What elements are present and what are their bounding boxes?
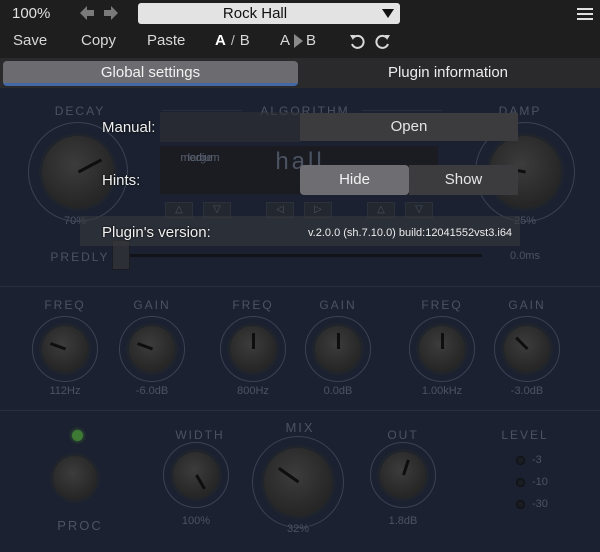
- arrow-left-icon[interactable]: [79, 5, 95, 21]
- eq-6-knob[interactable]: [494, 316, 560, 382]
- zoom-level[interactable]: 100%: [12, 5, 50, 22]
- eq-6-value: -3.0dB: [510, 385, 544, 397]
- predly-value: 0.0ms: [510, 250, 540, 262]
- proc-button[interactable]: [53, 456, 97, 500]
- level-led-3: [516, 456, 525, 465]
- hints-show-button[interactable]: Show: [409, 165, 518, 195]
- algorithm-size-selected: medium: [180, 152, 220, 164]
- level-led-10: [516, 478, 525, 487]
- hamburger-menu-icon[interactable]: [577, 8, 593, 20]
- predly-label: PREDLY: [50, 250, 110, 264]
- settings-tabs: Global settings Plugin information: [0, 58, 600, 88]
- hints-label: Hints:: [102, 172, 141, 189]
- copy-a-to-b-button[interactable]: AB: [280, 32, 316, 49]
- eq-2-value: -6.0dB: [135, 385, 169, 397]
- predly-slider-track[interactable]: [130, 254, 482, 257]
- level-label: LEVEL: [501, 428, 549, 442]
- eq-1-label: FREQ: [44, 298, 86, 312]
- version-label: Plugin's version:: [102, 224, 211, 241]
- eq-1-knob[interactable]: [32, 316, 98, 382]
- eq-2-knob[interactable]: [119, 316, 185, 382]
- preset-selector[interactable]: Rock Hall: [138, 3, 400, 24]
- mix-value: 32%: [286, 523, 310, 535]
- chevron-down-icon: [382, 9, 394, 18]
- width-knob[interactable]: [163, 442, 229, 508]
- mix-label: MIX: [285, 420, 315, 435]
- width-label: WIDTH: [175, 428, 225, 442]
- hints-hide-button[interactable]: Hide: [300, 165, 409, 195]
- manual-label: Manual:: [102, 119, 156, 136]
- redo-icon[interactable]: [374, 33, 391, 50]
- eq-5-value: 1.00kHz: [421, 385, 463, 397]
- eq-3-label: FREQ: [232, 298, 274, 312]
- ab-active-slot: A: [215, 32, 226, 49]
- width-value: 100%: [181, 515, 211, 527]
- proc-led: [72, 430, 83, 441]
- arrow-right-icon: [294, 33, 304, 48]
- eq-2-label: GAIN: [133, 298, 171, 312]
- out-label: OUT: [387, 428, 419, 442]
- proc-label: PROC: [57, 518, 103, 533]
- plugin-window: DECAY 70% ALGORITHM large medium hall △ …: [0, 0, 600, 552]
- save-button[interactable]: Save: [13, 32, 47, 49]
- manual-open-button[interactable]: Open: [300, 113, 518, 141]
- eq-4-knob[interactable]: [305, 316, 371, 382]
- toolbar: 100% Rock Hall Save Copy Paste A / B AB: [0, 0, 600, 58]
- mix-knob[interactable]: [252, 436, 344, 528]
- version-value: v.2.0.0 (sh.7.10.0) build:12041552vst3.i…: [308, 227, 513, 239]
- ab-inactive-slot: B: [239, 32, 250, 49]
- eq-3-knob[interactable]: [220, 316, 286, 382]
- tab-global-settings[interactable]: Global settings: [3, 61, 298, 86]
- eq-6-label: GAIN: [508, 298, 546, 312]
- paste-button[interactable]: Paste: [147, 32, 185, 49]
- preset-name: Rock Hall: [222, 5, 288, 22]
- decay-label: DECAY: [54, 104, 106, 118]
- out-value: 1.8dB: [388, 515, 418, 527]
- eq-4-value: 0.0dB: [323, 385, 353, 397]
- eq-3-value: 800Hz: [237, 385, 269, 397]
- eq-5-label: FREQ: [421, 298, 463, 312]
- out-knob[interactable]: [370, 442, 436, 508]
- undo-icon[interactable]: [349, 33, 366, 50]
- copy-button[interactable]: Copy: [81, 32, 116, 49]
- tab-plugin-information[interactable]: Plugin information: [300, 61, 596, 86]
- arrow-right-icon[interactable]: [103, 5, 119, 21]
- ab-toggle[interactable]: A / B: [215, 32, 250, 49]
- eq-4-label: GAIN: [319, 298, 357, 312]
- level-led-30: [516, 500, 525, 509]
- eq-1-value: 112Hz: [49, 385, 81, 397]
- eq-5-knob[interactable]: [409, 316, 475, 382]
